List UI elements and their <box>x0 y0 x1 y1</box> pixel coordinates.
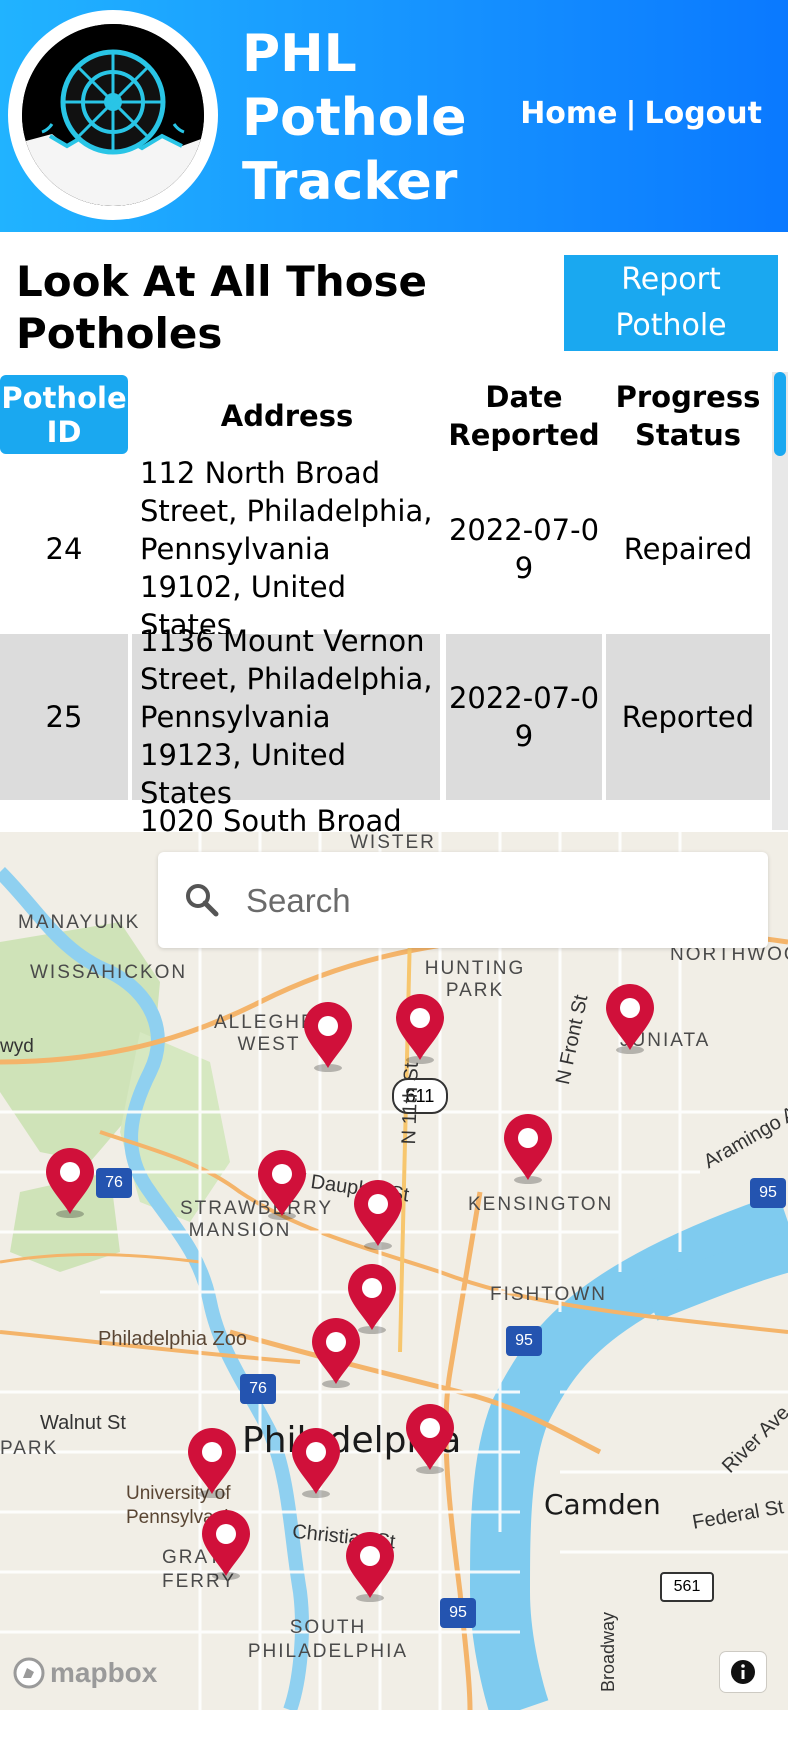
map-info-button[interactable] <box>720 1652 766 1692</box>
table-row[interactable]: 24 112 North Broad Street, Philadelphia,… <box>0 456 770 642</box>
app-title-line: PHL <box>242 24 357 84</box>
pothole-wheel-icon <box>22 24 204 206</box>
map-search-input[interactable] <box>244 870 748 932</box>
page-footer-space <box>0 1710 788 1750</box>
map-label: SOUTH PHILADELPHIA <box>247 1617 409 1662</box>
app-header: PHL Pothole Tracker Home | Logout <box>0 0 788 232</box>
cell-address: 1136 Mount Vernon Street, Philadelphia, … <box>132 624 440 810</box>
pothole-marker-icon[interactable] <box>394 994 446 1064</box>
pothole-table: Pothole ID Address Date Reported Progres… <box>0 370 788 832</box>
pothole-marker-icon[interactable] <box>290 1428 342 1498</box>
cell-address: 1020 South Broad <box>140 804 402 832</box>
cell-pothole-id: 24 <box>45 532 83 566</box>
map-label: KENSINGTON <box>468 1194 614 1215</box>
home-link[interactable]: Home <box>520 96 617 131</box>
mapbox-attribution-text: mapbox <box>50 1657 158 1688</box>
map-label: Broadway <box>598 1611 618 1692</box>
map-label: wyd <box>0 1036 34 1057</box>
pothole-marker-icon[interactable] <box>186 1428 238 1498</box>
app-title: PHL Pothole Tracker <box>242 22 467 214</box>
table-row[interactable]: 1020 South Broad <box>0 802 770 832</box>
map-label: MANAYUNK <box>18 912 141 933</box>
pothole-marker-icon[interactable] <box>604 984 656 1054</box>
route-76-shield: 76 <box>96 1168 132 1198</box>
top-nav: Home | Logout <box>520 96 762 131</box>
table-scrollbar-thumb[interactable] <box>774 372 786 456</box>
pothole-marker-icon[interactable] <box>310 1318 362 1388</box>
map-label: Walnut St <box>40 1412 126 1434</box>
city-label-camden: Camden <box>544 1488 661 1521</box>
app-logo[interactable] <box>8 10 218 220</box>
route-76-shield: 76 <box>240 1374 276 1404</box>
cell-address: 112 North Broad Street, Philadelphia, Pe… <box>140 456 433 642</box>
pothole-marker-icon[interactable] <box>404 1404 456 1474</box>
pothole-marker-icon[interactable] <box>256 1150 308 1220</box>
pothole-map[interactable]: 611 76 76 95 95 95 561 WISTER MANAYUNK W… <box>0 832 788 1710</box>
route-95-shield: 95 <box>506 1326 542 1356</box>
route-95-shield: 95 <box>750 1178 786 1208</box>
logout-link[interactable]: Logout <box>644 96 762 131</box>
pothole-marker-icon[interactable] <box>352 1180 404 1250</box>
pothole-marker-icon[interactable] <box>200 1510 252 1580</box>
cell-pothole-id: 25 <box>0 634 128 800</box>
pothole-marker-icon[interactable] <box>502 1114 554 1184</box>
app-title-line: Tracker <box>242 152 458 212</box>
map-label: Philadelphia Zoo <box>98 1328 247 1350</box>
map-label: WISTER <box>350 832 436 853</box>
cell-date-reported: 2022-07-09 <box>448 513 600 585</box>
mapbox-logo-icon <box>13 1657 45 1689</box>
column-header-date-reported: Date Reported <box>448 380 600 452</box>
map-label: PARK <box>0 1438 59 1459</box>
map-label: N 11th St <box>398 1062 423 1145</box>
table-row[interactable]: 25 1136 Mount Vernon Street, Philadelphi… <box>0 624 770 810</box>
column-header-progress-status: Progress Status <box>615 380 761 452</box>
route-561-shield: 561 <box>660 1572 714 1602</box>
info-icon <box>731 1660 755 1684</box>
pothole-marker-icon[interactable] <box>344 1532 396 1602</box>
cell-progress-status: Repaired <box>623 532 753 566</box>
route-95-shield: 95 <box>440 1598 476 1628</box>
column-header-address: Address <box>220 399 354 433</box>
page-title: Look At All Those Potholes <box>16 257 428 358</box>
pothole-marker-icon[interactable] <box>44 1148 96 1218</box>
table-scrollbar[interactable] <box>772 372 788 830</box>
map-label: WISSAHICKON <box>30 962 188 983</box>
column-header-pothole-id[interactable]: Pothole ID <box>0 375 128 454</box>
mapbox-attribution[interactable]: mapbox <box>12 1656 157 1690</box>
cell-progress-status: Reported <box>606 634 770 800</box>
pothole-marker-icon[interactable] <box>302 1002 354 1072</box>
cell-date-reported: 2022-07-09 <box>446 634 602 800</box>
search-icon <box>186 884 219 917</box>
report-pothole-button[interactable]: Report Pothole <box>564 255 778 351</box>
app-title-line: Pothole <box>242 88 467 148</box>
table-header-row: Pothole ID Address Date Reported Progres… <box>0 370 770 462</box>
map-search-box[interactable] <box>158 852 768 948</box>
nav-separator: | <box>625 96 637 131</box>
map-label: FISHTOWN <box>490 1284 607 1305</box>
